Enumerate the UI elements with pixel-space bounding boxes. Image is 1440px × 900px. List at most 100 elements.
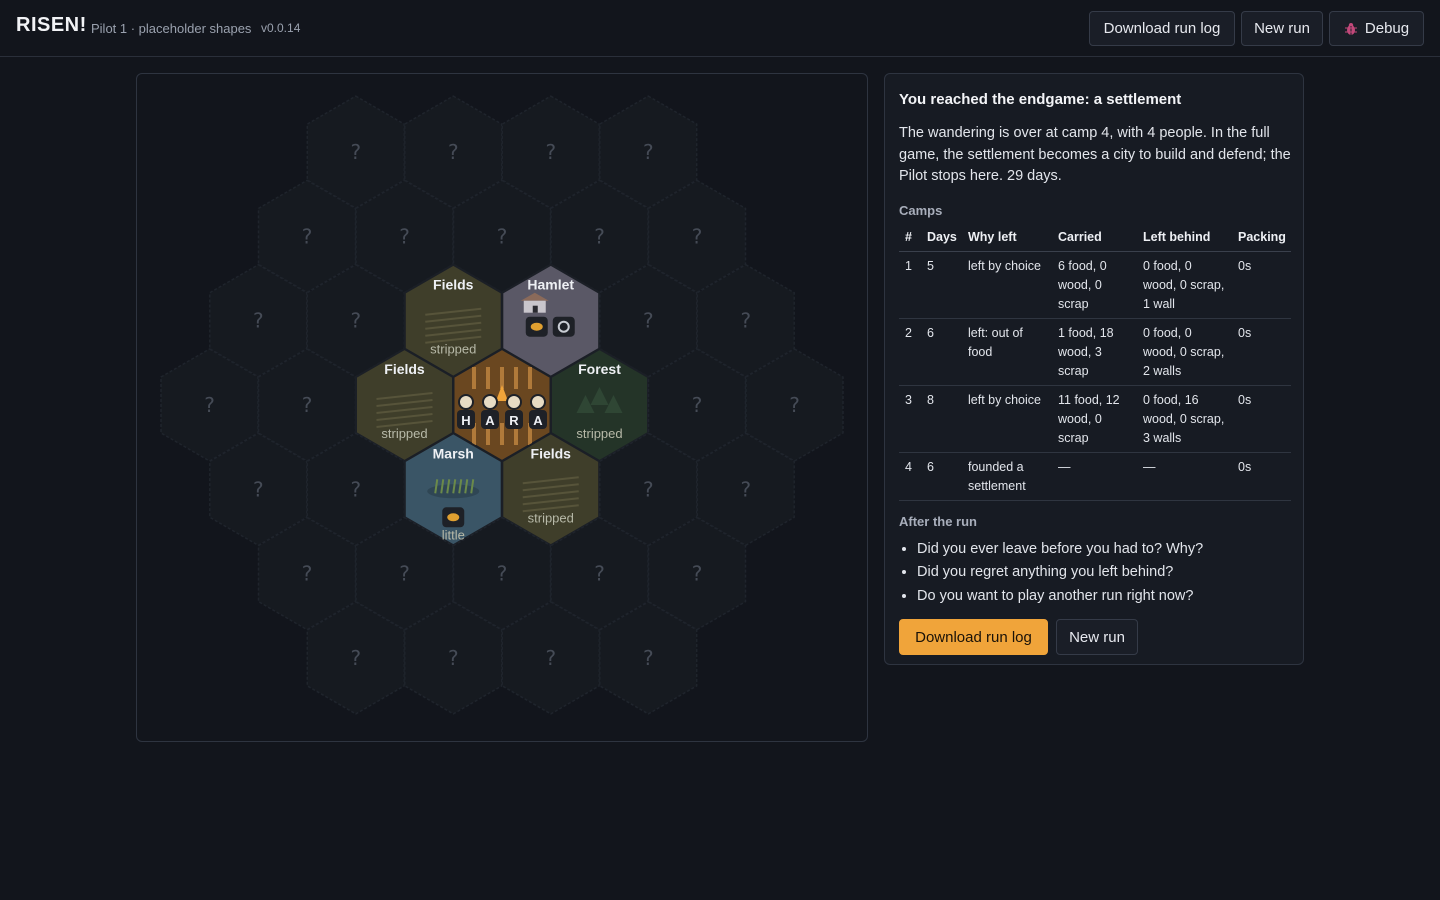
food-badge-icon	[525, 316, 548, 337]
debug-label: Debug	[1364, 20, 1410, 37]
unknown-label: ?	[350, 309, 361, 333]
download-run-log-button[interactable]: Download run log	[1089, 11, 1235, 46]
tile-status: stripped	[576, 426, 622, 441]
person-token[interactable]: H	[457, 394, 475, 429]
person-initial: A	[485, 413, 495, 428]
tile-name: Fields	[384, 361, 425, 377]
table-row: 4 6 founded a settlement — —0s	[899, 452, 1291, 501]
unknown-label: ?	[643, 140, 654, 164]
camp-carried: 1 food, 18 wood, 3 scrap	[1052, 318, 1137, 386]
unknown-label: ?	[350, 140, 361, 164]
unknown-label: ?	[350, 646, 361, 670]
camp-days: 6	[921, 452, 962, 501]
tile-name: Forest	[578, 361, 621, 377]
unknown-label: ?	[594, 562, 605, 586]
col-days: Days	[921, 229, 962, 252]
camp-index: 1	[899, 251, 921, 319]
app-subtitle: Pilot 1 · placeholder shapes	[91, 21, 252, 36]
person-token[interactable]: A	[529, 394, 547, 429]
camp-why-left: left: out of food	[962, 318, 1052, 386]
camp-why-left: left by choice	[962, 385, 1052, 453]
unknown-label: ?	[692, 393, 703, 417]
new-run-button[interactable]: New run	[1241, 11, 1323, 46]
person-token[interactable]: R	[505, 394, 523, 429]
endgame-heading: You reached the endgame: a settlement	[899, 91, 1182, 108]
new-run-secondary-button[interactable]: New run	[1056, 619, 1138, 655]
person-initial: A	[533, 413, 543, 428]
unknown-label: ?	[448, 646, 459, 670]
unknown-label: ?	[399, 562, 410, 586]
tile-name: Hamlet	[527, 277, 574, 293]
summary-actions: Download run log New run	[899, 619, 1289, 656]
unknown-label: ?	[204, 393, 215, 417]
reflection-questions: Did you ever leave before you had to? Wh…	[899, 538, 1289, 609]
camps-table-header: # Days Why left Carried Left behind Pack…	[899, 229, 1291, 252]
scrap-badge-icon	[552, 316, 575, 337]
person-token[interactable]: A	[481, 394, 499, 429]
camp-packing: 0s	[1232, 318, 1291, 386]
camp-left-behind: —	[1137, 452, 1232, 501]
unknown-label: ?	[740, 309, 751, 333]
unknown-label: ?	[545, 646, 556, 670]
unknown-label: ?	[643, 646, 654, 670]
tile-name: Fields	[433, 277, 474, 293]
unknown-label: ?	[253, 477, 264, 501]
unknown-label: ?	[350, 477, 361, 501]
unknown-label: ?	[789, 393, 800, 417]
col-index: #	[899, 229, 921, 252]
camp-carried: —	[1052, 452, 1137, 501]
unknown-label: ?	[497, 562, 508, 586]
col-carried: Carried	[1052, 229, 1137, 252]
food-badge-icon	[442, 507, 465, 528]
unknown-label: ?	[448, 140, 459, 164]
question-item: Do you want to play another run right no…	[917, 585, 1289, 609]
camp-days: 6	[921, 318, 962, 386]
unknown-label: ?	[740, 477, 751, 501]
camp-packing: 0s	[1232, 452, 1291, 501]
tile-status: little	[442, 527, 465, 542]
unknown-label: ?	[692, 224, 703, 248]
col-why-left: Why left	[962, 229, 1052, 252]
camp-left-behind: 0 food, 0 wood, 0 scrap, 1 wall	[1137, 251, 1232, 319]
camp-index: 4	[899, 452, 921, 501]
camp-packing: 0s	[1232, 385, 1291, 453]
table-row: 3 8 left by choice 11 food, 12 wood, 0 scra…	[899, 385, 1291, 453]
unknown-label: ?	[302, 224, 313, 248]
debug-button[interactable]: Debug	[1329, 11, 1424, 46]
bug-icon	[1344, 22, 1357, 35]
col-left-behind: Left behind	[1137, 229, 1232, 252]
unknown-label: ?	[594, 224, 605, 248]
unknown-label: ?	[302, 393, 313, 417]
app-version: v0.0.14	[261, 21, 301, 35]
col-packing: Packing	[1232, 229, 1291, 252]
unknown-label: ?	[692, 562, 703, 586]
camp-left-behind: 0 food, 0 wood, 0 scrap, 2 walls	[1137, 318, 1232, 386]
after-run-label: After the run	[899, 513, 977, 529]
table-row: 2 6 left: out of food 1 food, 18 wood, 3 sc…	[899, 318, 1291, 386]
top-bar: RISEN! Pilot 1 · placeholder shapes v0.0…	[0, 0, 1440, 57]
hex-map[interactable]: ?????????? ? Fields stripped Hamlet??? ? Field…	[137, 74, 867, 741]
hex-map-panel: ??????????? Fields stripped Hamlet???? Field…	[136, 73, 868, 742]
camps-table: # Days Why left Carried Left behind Pack…	[899, 229, 1291, 501]
camp-carried: 11 food, 12 wood, 0 scrap	[1052, 385, 1137, 453]
unknown-label: ?	[545, 140, 556, 164]
camp-days: 8	[921, 385, 962, 453]
unknown-label: ?	[643, 477, 654, 501]
camps-label: Camps	[899, 202, 943, 218]
unknown-label: ?	[253, 309, 264, 333]
camp-why-left: left by choice	[962, 251, 1052, 319]
camp-carried: 6 food, 0 wood, 0 scrap	[1052, 251, 1137, 319]
endgame-intro: The wandering is over at camp 4, with 4 …	[899, 125, 1291, 184]
camp-index: 2	[899, 318, 921, 386]
unknown-label: ?	[643, 309, 654, 333]
tile-status: stripped	[430, 342, 476, 357]
question-item: Did you ever leave before you had to? Wh…	[917, 538, 1289, 562]
tile-status: stripped	[381, 426, 427, 441]
camp-packing: 0s	[1232, 251, 1291, 319]
person-initial: H	[461, 413, 470, 428]
question-item: Did you regret anything you left behind?	[917, 561, 1289, 585]
camp-why-left: founded a settlement	[962, 452, 1052, 501]
download-run-log-primary-button[interactable]: Download run log	[899, 619, 1048, 655]
unknown-label: ?	[399, 224, 410, 248]
tile-name: Marsh	[433, 445, 474, 461]
